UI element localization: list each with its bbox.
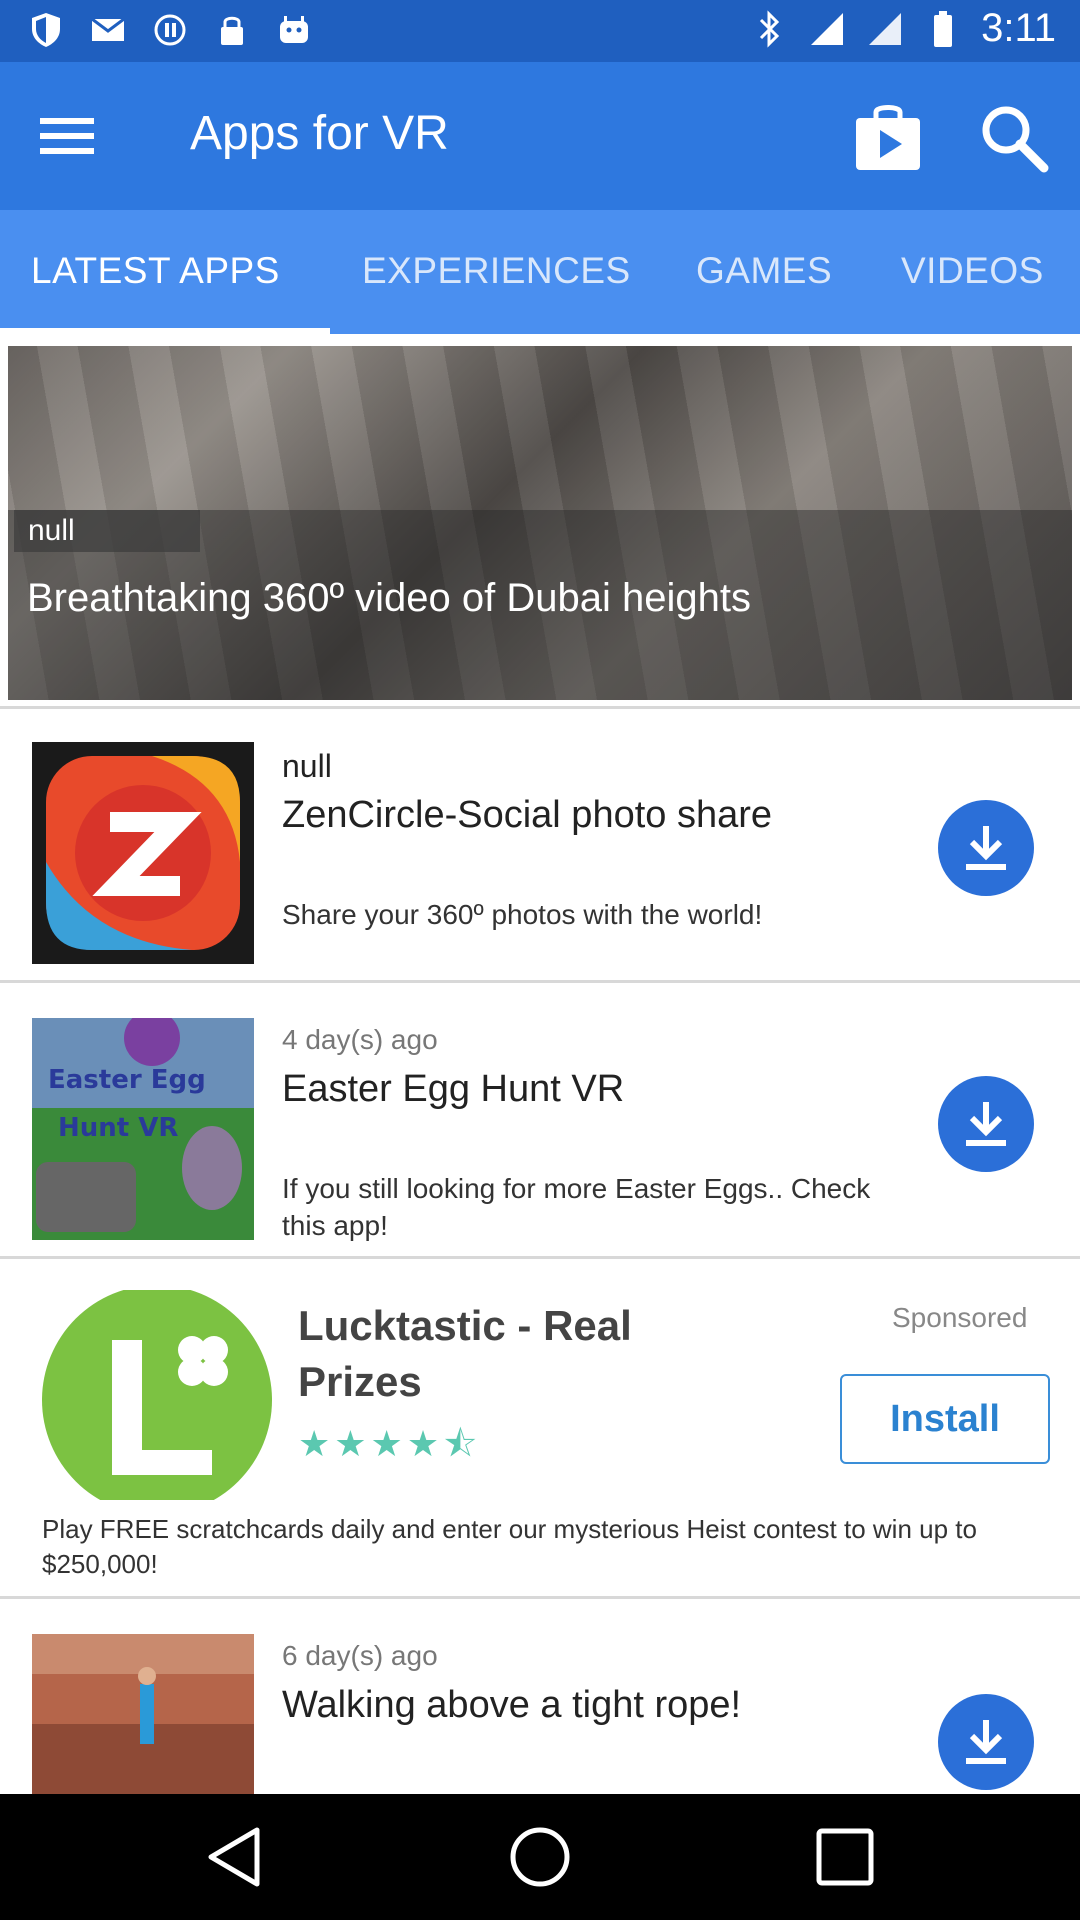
lock-icon	[212, 10, 252, 50]
item-title: ZenCircle-Social photo share	[282, 794, 773, 836]
app-bar: Apps for VR	[0, 62, 1080, 210]
thumb-text-line2: Hunt VR	[58, 1113, 178, 1143]
signal-icon	[807, 9, 847, 49]
item-meta: 6 day(s) ago	[282, 1640, 438, 1671]
shield-icon	[26, 10, 66, 50]
status-bar: 3:11	[0, 0, 1080, 62]
search-icon[interactable]	[978, 102, 1050, 174]
clock: 3:11	[981, 6, 1056, 50]
back-icon[interactable]	[203, 1824, 269, 1890]
home-icon[interactable]	[507, 1824, 573, 1890]
video-thumbnail	[32, 1634, 254, 1794]
tab-experiences[interactable]: EXPERIENCES	[362, 250, 631, 292]
divider	[0, 1596, 1080, 1599]
item-meta: null	[282, 748, 332, 784]
install-button[interactable]: Install	[840, 1374, 1050, 1464]
tab-games[interactable]: GAMES	[696, 250, 832, 292]
ad-logo[interactable]	[42, 1285, 272, 1515]
divider	[0, 1256, 1080, 1259]
active-tab-indicator	[0, 328, 330, 334]
hamburger-menu-icon[interactable]	[40, 112, 94, 160]
ad-title: Lucktastic - Real Prizes	[298, 1302, 632, 1405]
mail-icon	[88, 10, 128, 50]
thumb-text-line1: Easter Egg	[48, 1065, 206, 1095]
divider	[0, 706, 1080, 709]
download-button[interactable]	[938, 800, 1034, 896]
tab-latest-apps[interactable]: LATEST APPS	[31, 250, 280, 292]
item-title: Easter Egg Hunt VR	[282, 1068, 625, 1110]
download-icon	[966, 826, 1006, 870]
page-title: Apps for VR	[190, 107, 449, 160]
download-button[interactable]	[938, 1694, 1034, 1790]
download-button[interactable]	[938, 1076, 1034, 1172]
hero-caption: Breathtaking 360º video of Dubai heights	[27, 576, 751, 620]
sponsored-label: Sponsored	[892, 1302, 1028, 1333]
app-thumbnail: Easter Egg Hunt VR	[32, 1018, 254, 1240]
ad-rating: ★★★★⯪	[298, 1423, 482, 1464]
android-icon	[274, 10, 314, 50]
wifi-icon	[865, 9, 905, 49]
battery-icon	[923, 9, 963, 49]
navigation-bar	[0, 1794, 1080, 1920]
item-meta: 4 day(s) ago	[282, 1024, 438, 1055]
tab-videos[interactable]: VIDEOS	[901, 250, 1044, 292]
system-icons: 3:11	[749, 6, 1056, 51]
notification-icons	[26, 10, 314, 50]
divider	[0, 980, 1080, 983]
recents-icon[interactable]	[812, 1824, 878, 1890]
ad-description: Play FREE scratchcards daily and enter o…	[42, 1514, 977, 1579]
bluetooth-icon	[749, 9, 789, 49]
item-title: Walking above a tight rope!	[282, 1684, 742, 1726]
item-description: Share your 360º photos with the world!	[282, 899, 763, 930]
featured-video-card[interactable]: null Breathtaking 360º video of Dubai he…	[8, 346, 1072, 700]
stop-icon	[150, 10, 190, 50]
app-thumbnail	[32, 742, 254, 964]
play-store-icon[interactable]	[852, 102, 924, 174]
tab-bar: LATEST APPS EXPERIENCES GAMES VIDEOS	[0, 210, 1080, 334]
hero-tag: null	[14, 510, 200, 552]
download-icon	[966, 1720, 1006, 1764]
download-icon	[966, 1102, 1006, 1146]
item-description: If you still looking for more Easter Egg…	[282, 1173, 871, 1241]
